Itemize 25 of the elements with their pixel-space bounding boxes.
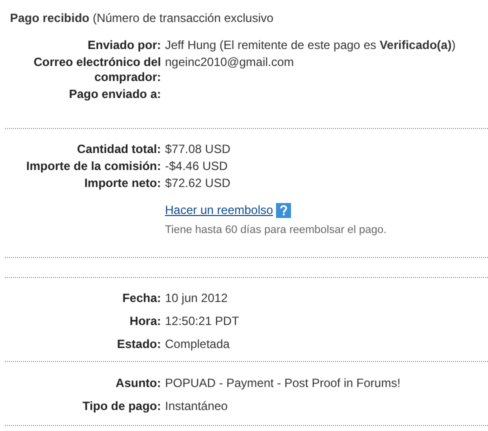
field-label: Tipo de pago:: [82, 399, 161, 414]
field-value: 12:50:21 PDT: [165, 314, 240, 329]
field-label: Estado:: [116, 337, 161, 352]
refund-link[interactable]: Hacer un reembolso: [165, 203, 274, 218]
help-icon[interactable]: [276, 203, 292, 218]
refund-note: Tiene hasta 60 días para reembolsar el pago.: [165, 223, 388, 237]
field-value: 10 jun 2012: [165, 291, 229, 306]
field-value: $77.08 USD: [165, 142, 232, 157]
field-value: POPUAD - Payment - Post Proof in Forums!: [165, 376, 402, 391]
field-label: Asunto:: [114, 376, 161, 391]
field-label: Hora:: [128, 314, 161, 329]
field-value: Instantáneo: [165, 399, 229, 414]
field-value: ngeinc2010@gmail.com: [165, 55, 295, 71]
field-label: Importe de la comisión:: [25, 159, 161, 174]
field-label: Cantidad total:: [76, 142, 161, 157]
field-label: Fecha:: [121, 291, 161, 306]
field-label: Pago enviado a:: [68, 87, 161, 102]
field-label: Enviado por:: [86, 38, 161, 53]
field-value: Completada: [165, 337, 231, 352]
field-value: $72.62 USD: [165, 176, 232, 191]
field-value: Jeff Hung (El remitente de este pago es Verificado(a)): [165, 38, 457, 53]
field-label: Correo electrónico del comprador:: [32, 55, 161, 85]
field-label: Importe neto:: [83, 176, 161, 191]
page-heading: Pago recibido (Número de transacción exclusivo: [9, 11, 274, 26]
field-value: -$4.46 USD: [165, 159, 229, 174]
